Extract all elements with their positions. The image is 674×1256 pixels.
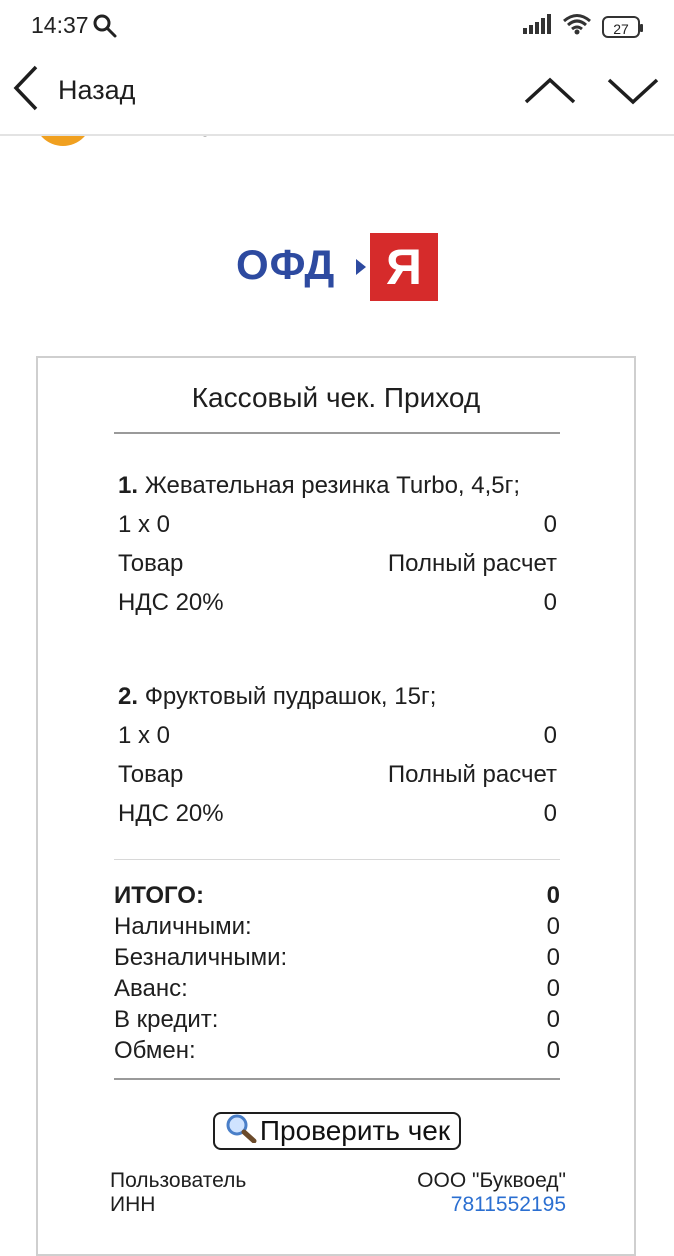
exchange-row: Обмен: 0 [114,1037,560,1065]
item-vat-label: НДС 20% [118,800,224,827]
item-qty-row: 1 x 0 0 [118,722,557,750]
item-name: 1. Жевательная резинка Turbo, 4,5г; [118,472,520,500]
credit-label: В кредит: [114,1006,219,1033]
item-name-row: 1. Жевательная резинка Turbo, 4,5г; [118,472,557,500]
cash-row: Наличными: 0 [114,913,560,941]
status-time: 14:37 [31,12,89,38]
item-vat-value: 0 [543,800,557,827]
advance-row: Аванс: 0 [114,975,560,1003]
item-qty-price: 1 x 0 [118,511,171,538]
inn-label: ИНН [110,1193,156,1216]
back-button[interactable]: Назад [12,65,136,116]
user-row: Пользователь ООО "Буквоед" [110,1169,566,1193]
total-label: ИТОГО: [114,882,204,909]
item-payment-method: Полный расчет [387,761,557,788]
ofd-logo: ОФД Я [236,233,438,301]
cashless-value: 0 [546,944,560,971]
item-qty-price: 1 x 0 [118,722,171,749]
item-title: Жевательная резинка Turbo, 4,5г; [144,472,521,499]
search-icon [92,13,118,44]
user-label: Пользователь [110,1169,247,1192]
item-title: Фруктовый пудрашок, 15г; [144,683,437,710]
inn-row: ИНН 7811552195 [110,1193,566,1217]
exchange-value: 0 [546,1037,560,1064]
item-number: 2. [118,683,139,710]
battery-icon: 27 [602,15,643,38]
item-qty-row: 1 x 0 0 [118,511,557,539]
back-label: Назад [58,74,136,105]
item-type-row: Товар Полный расчет [118,550,557,578]
item-type-row: Товар Полный расчет [118,761,557,789]
divider [114,1078,560,1080]
total-value: 0 [546,882,560,909]
item-type: Товар [118,761,184,788]
advance-label: Аванс: [114,975,188,1002]
chevron-down-icon[interactable] [605,68,661,112]
cashless-row: Безналичными: 0 [114,944,560,972]
user-value: ООО "Буквоед" [417,1169,566,1192]
divider [114,859,560,860]
item-sum: 0 [543,511,557,538]
item-type: Товар [118,550,184,577]
cashless-label: Безналичными: [114,944,288,971]
signal-icon [522,13,552,40]
exchange-label: Обмен: [114,1037,196,1064]
magnifier-icon [224,1113,258,1150]
verify-label: Проверить чек [259,1115,451,1146]
receipt-title: Кассовый чек. Приход [191,382,481,413]
logo-text: ОФД [236,241,336,288]
advance-value: 0 [546,975,560,1002]
item-sum: 0 [543,722,557,749]
inn-value[interactable]: 7811552195 [451,1193,566,1217]
cash-value: 0 [546,913,560,940]
item-payment-method: Полный расчет [387,550,557,577]
credit-row: В кредит: 0 [114,1006,560,1034]
cash-label: Наличными: [114,913,252,940]
total-row: ИТОГО: 0 [114,882,560,910]
credit-value: 0 [546,1006,560,1033]
battery-level: 27 [613,20,629,37]
item-vat-row: НДС 20% 0 [118,589,557,617]
item-vat-label: НДС 20% [118,589,224,616]
item-vat-row: НДС 20% 0 [118,800,557,828]
item-name: 2. Фруктовый пудрашок, 15г; [118,683,436,711]
chevron-left-icon [12,65,40,116]
divider [114,432,560,434]
item-vat-value: 0 [543,589,557,616]
top-navigation: Назад [0,52,674,136]
item-name-row: 2. Фруктовый пудрашок, 15г; [118,683,557,711]
receipt: Кассовый чек. Приход 1. Жевательная рези… [36,356,636,1256]
status-indicators: 27 [522,13,643,40]
verify-receipt-button[interactable]: Проверить чек [213,1112,461,1150]
wifi-icon [562,13,592,40]
chevron-up-icon[interactable] [522,68,578,112]
logo-mark: Я [370,233,438,301]
logo-arrow-icon [356,259,366,275]
status-bar: 14:37 27 [0,0,674,52]
item-number: 1. [118,472,139,499]
